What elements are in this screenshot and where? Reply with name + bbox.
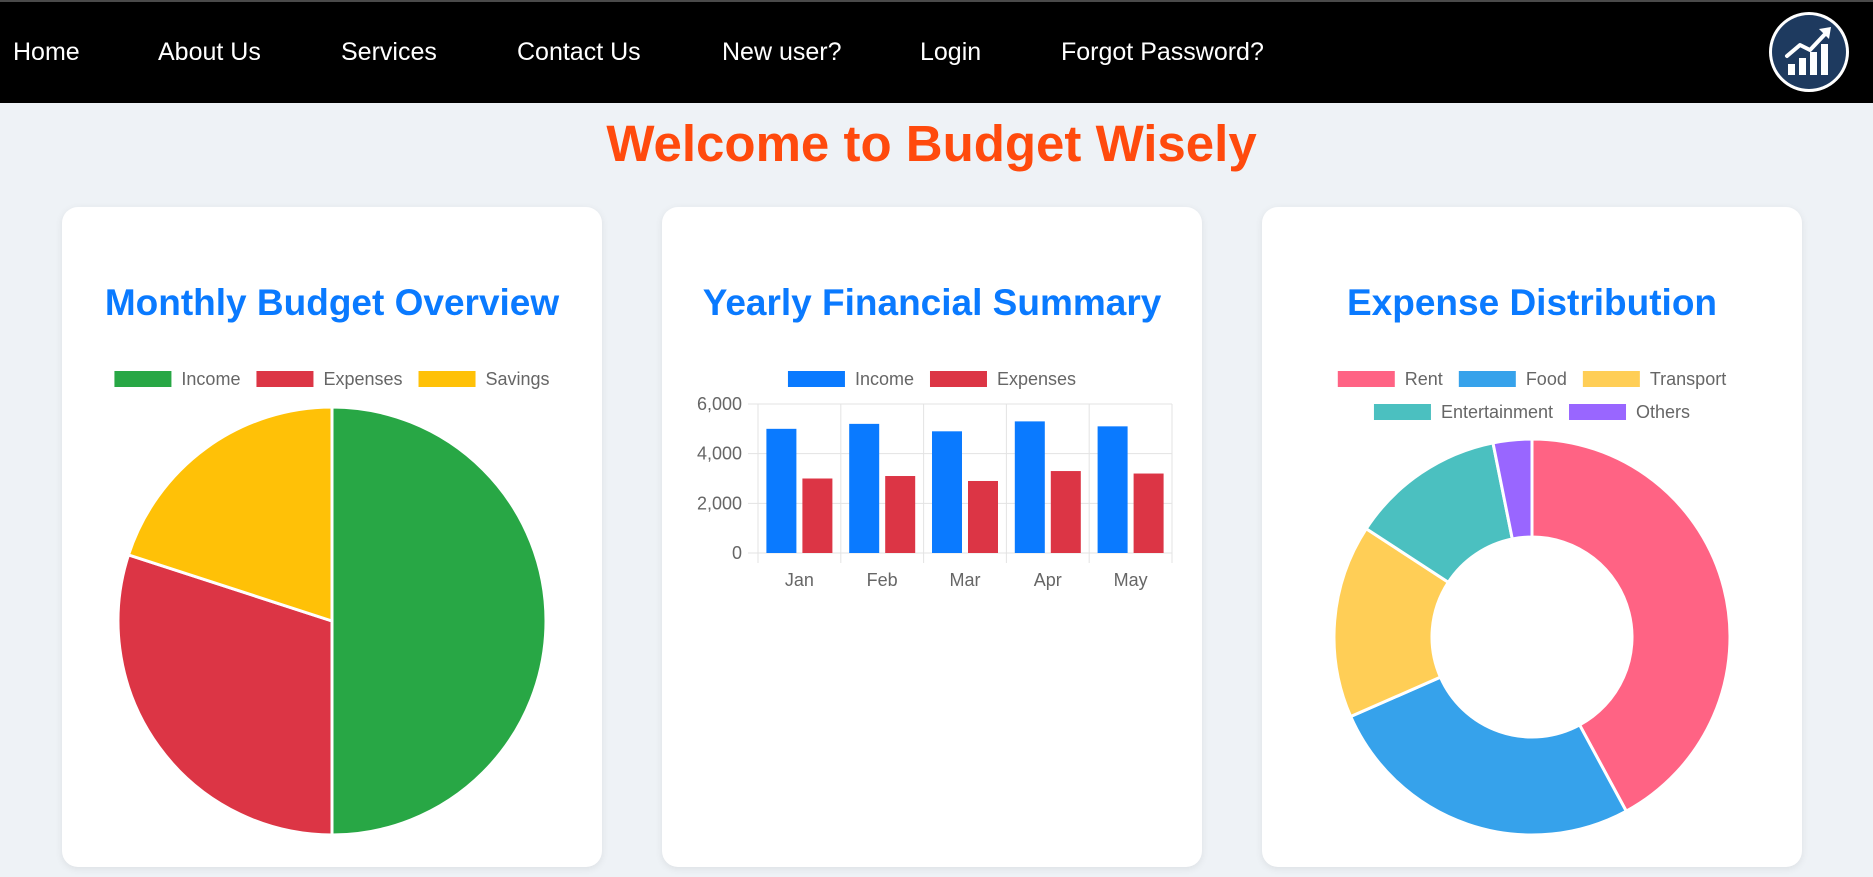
nav-home-link[interactable]: Home xyxy=(13,2,80,103)
bar-expenses-feb[interactable] xyxy=(885,476,916,553)
bar-income-jan[interactable] xyxy=(766,428,797,553)
top-navigation-bar: Home About Us Services Contact Us New us… xyxy=(0,0,1873,103)
legend-swatch-savings[interactable] xyxy=(418,371,476,387)
legend-label-food[interactable]: Food xyxy=(1526,369,1567,389)
y-tick-label: 2,000 xyxy=(697,493,742,513)
x-tick-label: Mar xyxy=(950,570,981,590)
expense-distribution-card: Expense Distribution Rent Food Transport En… xyxy=(1262,207,1802,867)
legend-swatch-expenses[interactable] xyxy=(256,371,314,387)
bar-expenses-apr[interactable] xyxy=(1050,471,1081,553)
monthly-budget-card: Monthly Budget Overview Income Expenses Sa… xyxy=(62,207,602,867)
growth-chart-icon xyxy=(1772,15,1846,89)
nav-login-link[interactable]: Login xyxy=(920,2,981,103)
bar-income-mar[interactable] xyxy=(932,431,962,553)
legend-swatch-expenses[interactable] xyxy=(929,371,987,387)
nav-forgot-password-link[interactable]: Forgot Password? xyxy=(1061,2,1264,103)
legend-label-income[interactable]: Income xyxy=(181,369,240,389)
yearly-summary-card: Yearly Financial Summary Income Expenses 6… xyxy=(662,207,1202,867)
legend-label-savings[interactable]: Savings xyxy=(486,369,550,389)
x-tick-label: Feb xyxy=(867,570,898,590)
slice-food[interactable] xyxy=(1348,675,1629,837)
legend-swatch-income[interactable] xyxy=(787,371,845,387)
bar-expenses-may[interactable] xyxy=(1133,473,1164,553)
legend-swatch-rent[interactable] xyxy=(1337,371,1395,387)
y-tick-label: 6,000 xyxy=(697,394,742,414)
legend-label-income[interactable]: Income xyxy=(855,369,914,389)
logo-button[interactable] xyxy=(1769,12,1849,92)
nav-new-user-link[interactable]: New user? xyxy=(722,2,842,103)
legend-swatch-transport[interactable] xyxy=(1582,371,1640,387)
page-title: Welcome to Budget Wisely xyxy=(606,115,1257,172)
nav-about-us-link[interactable]: About Us xyxy=(158,2,261,103)
slice-income[interactable] xyxy=(330,405,548,837)
bar-income-apr[interactable] xyxy=(1014,421,1045,553)
x-tick-label: Apr xyxy=(1034,570,1062,590)
bar-income-feb[interactable] xyxy=(849,423,880,553)
legend-swatch-food[interactable] xyxy=(1458,371,1516,387)
bar-expenses-jan[interactable] xyxy=(802,478,833,554)
legend-swatch-entertainment[interactable] xyxy=(1373,404,1431,420)
y-tick-label: 0 xyxy=(732,543,742,563)
legend-swatch-others[interactable] xyxy=(1569,404,1627,420)
bar-income-may[interactable] xyxy=(1097,426,1128,553)
legend-label-others[interactable]: Others xyxy=(1636,402,1690,422)
nav-services-link[interactable]: Services xyxy=(341,2,437,103)
legend-label-expenses[interactable]: Expenses xyxy=(323,369,402,389)
legend-label-entertainment[interactable]: Entertainment xyxy=(1441,402,1553,422)
x-tick-label: Jan xyxy=(785,570,814,590)
yearly-summary-bar-chart[interactable]: Income Expenses 6,000 4,000 2,000 0 Jan Feb Mar A… xyxy=(662,207,1202,867)
legend-swatch-income[interactable] xyxy=(114,371,172,387)
bar-expenses-mar[interactable] xyxy=(968,480,998,553)
legend-label-rent[interactable]: Rent xyxy=(1405,369,1443,389)
expense-distribution-donut-chart[interactable]: Rent Food Transport Entertainment Others xyxy=(1262,207,1802,867)
y-tick-label: 4,000 xyxy=(697,444,742,464)
nav-contact-us-link[interactable]: Contact Us xyxy=(517,2,641,103)
monthly-budget-pie-chart[interactable]: Income Expenses Savings xyxy=(62,207,602,867)
x-tick-label: May xyxy=(1114,570,1148,590)
legend-label-expenses[interactable]: Expenses xyxy=(997,369,1076,389)
legend-label-transport[interactable]: Transport xyxy=(1650,369,1726,389)
